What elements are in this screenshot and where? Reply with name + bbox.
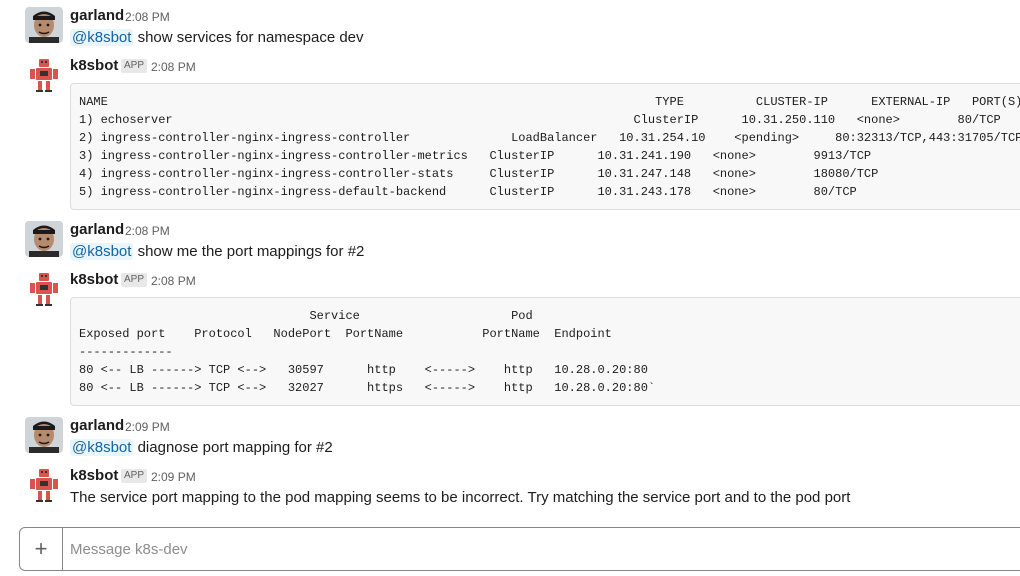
author-name[interactable]: garland: [70, 221, 124, 238]
author-name[interactable]: k8sbot: [70, 467, 118, 484]
timestamp[interactable]: 2:08 PM: [125, 10, 170, 24]
author-name[interactable]: k8sbot: [70, 57, 118, 74]
code-block: Service Pod Exposed port Protocol NodePo…: [70, 297, 1020, 406]
code-line: 5) ingress-controller-nginx-ingress-defa…: [79, 185, 857, 199]
message-text: @k8sbot diagnose port mapping for #2: [70, 438, 333, 458]
user-avatar-icon: [25, 7, 63, 43]
message-text: The service port mapping to the pod mapp…: [70, 489, 851, 506]
author-name[interactable]: garland: [70, 417, 124, 434]
code-line: 3) ingress-controller-nginx-ingress-cont…: [79, 149, 872, 163]
code-line: 1) echoserver ClusterIP 10.31.250.110 <n…: [79, 113, 1001, 127]
robot-avatar-icon: [25, 467, 63, 503]
timestamp[interactable]: 2:08 PM: [125, 224, 170, 238]
app-badge: APP: [121, 469, 148, 483]
message-body: diagnose port mapping for #2: [133, 439, 333, 456]
author-name[interactable]: k8sbot: [70, 271, 118, 288]
timestamp[interactable]: 2:08 PM: [151, 60, 196, 74]
avatar-garland[interactable]: [25, 417, 63, 453]
user-mention[interactable]: @k8sbot: [70, 243, 134, 260]
code-line: Exposed port Protocol NodePort PortName …: [79, 327, 612, 341]
avatar-k8sbot[interactable]: [25, 271, 63, 307]
add-attachment-button[interactable]: +: [20, 528, 63, 570]
code-block: NAME TYPE CLUSTER-IP EXTERNAL-IP PORT(S)…: [70, 83, 1020, 210]
app-badge: APP: [121, 59, 148, 73]
avatar-k8sbot[interactable]: [25, 57, 63, 93]
user-mention[interactable]: @k8sbot: [70, 439, 134, 456]
message-composer: +: [19, 527, 1020, 571]
code-line: -------------: [79, 345, 173, 359]
code-line: Service Pod: [79, 309, 533, 323]
author-name[interactable]: garland: [70, 7, 124, 24]
avatar-garland[interactable]: [25, 221, 63, 257]
message-text: @k8sbot show services for namespace dev: [70, 28, 364, 48]
user-mention[interactable]: @k8sbot: [70, 29, 134, 46]
message-body: show me the port mappings for #2: [133, 243, 365, 260]
app-badge: APP: [121, 273, 148, 287]
user-avatar-icon: [25, 221, 63, 257]
message-body: show services for namespace dev: [133, 29, 364, 46]
robot-avatar-icon: [25, 57, 63, 93]
code-line: 80 <-- LB ------> TCP <--> 32027 https <…: [79, 381, 656, 395]
avatar-garland[interactable]: [25, 7, 63, 43]
code-line: 2) ingress-controller-nginx-ingress-cont…: [79, 131, 1020, 145]
user-avatar-icon: [25, 417, 63, 453]
code-line: 80 <-- LB ------> TCP <--> 30597 http <-…: [79, 363, 648, 377]
message-input[interactable]: [70, 528, 1010, 570]
avatar-k8sbot[interactable]: [25, 467, 63, 503]
robot-avatar-icon: [25, 271, 63, 307]
timestamp[interactable]: 2:08 PM: [151, 274, 196, 288]
timestamp[interactable]: 2:09 PM: [151, 470, 196, 484]
plus-icon: +: [34, 536, 48, 561]
message-text: @k8sbot show me the port mappings for #2: [70, 242, 364, 262]
code-line: NAME TYPE CLUSTER-IP EXTERNAL-IP PORT(S): [79, 95, 1020, 109]
code-line: 4) ingress-controller-nginx-ingress-cont…: [79, 167, 879, 181]
timestamp[interactable]: 2:09 PM: [125, 420, 170, 434]
